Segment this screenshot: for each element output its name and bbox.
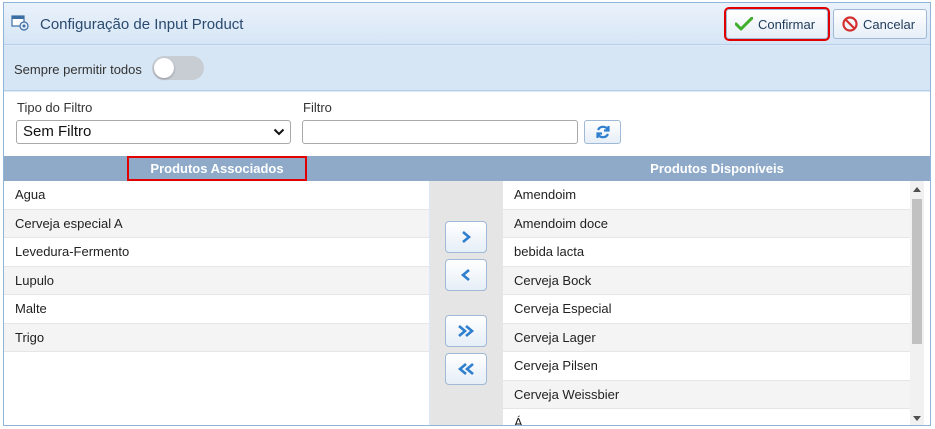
no-entry-icon bbox=[842, 16, 858, 32]
filter-text-label: Filtro bbox=[303, 100, 332, 115]
config-window-icon bbox=[11, 15, 29, 31]
double-chevron-left-icon bbox=[457, 363, 474, 375]
list-item[interactable]: Cerveja especial A bbox=[4, 209, 429, 238]
move-left-button[interactable] bbox=[445, 259, 487, 291]
move-right-button[interactable] bbox=[445, 221, 487, 253]
always-allow-row: Sempre permitir todos bbox=[4, 46, 930, 91]
confirm-button[interactable]: Confirmar bbox=[724, 7, 830, 41]
refresh-button[interactable] bbox=[584, 120, 621, 144]
list-item[interactable]: Cerveja Especial bbox=[503, 295, 910, 324]
list-item[interactable]: Cerveja Bock bbox=[503, 266, 910, 295]
filter-type-label: Tipo do Filtro bbox=[17, 100, 93, 115]
toggle-knob bbox=[154, 58, 174, 78]
list-item[interactable]: Levedura-Fermento bbox=[4, 238, 429, 267]
scroll-up-icon[interactable] bbox=[913, 187, 921, 192]
available-list-scrollbar[interactable] bbox=[910, 181, 924, 425]
transfer-controls bbox=[430, 181, 503, 425]
list-item[interactable]: Cerveja Weissbier bbox=[503, 380, 910, 409]
scroll-down-icon[interactable] bbox=[913, 416, 921, 421]
input-product-dialog: Configuração de Input Product Confirmar … bbox=[3, 2, 931, 426]
always-allow-label: Sempre permitir todos bbox=[14, 62, 142, 77]
cancel-button-label: Cancelar bbox=[863, 16, 916, 32]
refresh-icon bbox=[595, 125, 610, 139]
scrollbar-gutter bbox=[924, 181, 930, 425]
available-products-list: Amendoim Amendoim doce bebida lacta Cerv… bbox=[503, 181, 910, 425]
move-all-right-button[interactable] bbox=[445, 315, 487, 347]
check-icon bbox=[735, 17, 753, 31]
list-item[interactable]: Amendoim bbox=[503, 181, 910, 210]
chevron-down-icon bbox=[273, 128, 285, 136]
associated-products-list: Agua Cerveja especial A Levedura-Ferment… bbox=[4, 181, 429, 425]
list-item[interactable]: Trigo bbox=[4, 323, 429, 352]
move-all-left-button[interactable] bbox=[445, 353, 487, 385]
dialog-titlebar: Configuração de Input Product Confirmar … bbox=[4, 3, 930, 45]
double-chevron-right-icon bbox=[458, 325, 475, 337]
list-item[interactable]: Agua bbox=[4, 181, 429, 210]
cancel-button[interactable]: Cancelar bbox=[833, 9, 927, 39]
always-allow-toggle[interactable] bbox=[152, 56, 204, 80]
available-products-title: Produtos Disponíveis bbox=[650, 161, 784, 176]
list-item[interactable]: Malte bbox=[4, 295, 429, 324]
available-products-header: Produtos Disponíveis bbox=[502, 156, 930, 181]
associated-products-header: Produtos Associados bbox=[4, 156, 430, 181]
filter-type-value: Sem Filtro bbox=[23, 123, 92, 140]
chevron-left-icon bbox=[460, 269, 470, 281]
header-spacer bbox=[430, 156, 502, 181]
filter-area: Tipo do Filtro Filtro Sem Filtro bbox=[4, 92, 930, 156]
dialog-title: Configuração de Input Product bbox=[40, 16, 244, 33]
list-item[interactable]: Á... bbox=[503, 409, 910, 425]
confirm-button-label: Confirmar bbox=[758, 16, 816, 32]
associated-products-title: Produtos Associados bbox=[127, 156, 307, 181]
list-item[interactable]: Cerveja Pilsen bbox=[503, 352, 910, 381]
filter-type-select[interactable]: Sem Filtro bbox=[16, 120, 291, 144]
list-item[interactable]: bebida lacta bbox=[503, 238, 910, 267]
filter-text-input[interactable] bbox=[302, 120, 578, 144]
list-item[interactable]: Amendoim doce bbox=[503, 209, 910, 238]
list-item[interactable]: Lupulo bbox=[4, 266, 429, 295]
list-item[interactable]: Cerveja Lager bbox=[503, 323, 910, 352]
scroll-thumb[interactable] bbox=[912, 199, 922, 344]
chevron-right-icon bbox=[462, 231, 472, 243]
